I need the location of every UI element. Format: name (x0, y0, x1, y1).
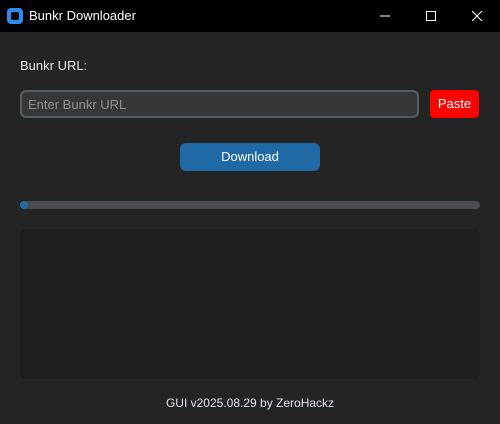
app-icon (7, 8, 23, 24)
progress-bar (20, 201, 480, 209)
title-bar[interactable]: Bunkr Downloader (0, 0, 500, 32)
log-output[interactable] (20, 229, 480, 379)
window-title: Bunkr Downloader (29, 8, 136, 23)
url-input[interactable] (20, 90, 419, 118)
progress-fill (20, 201, 28, 209)
download-button[interactable]: Download (180, 143, 320, 171)
maximize-icon (426, 11, 436, 21)
minimize-button[interactable] (362, 0, 408, 32)
close-icon (472, 11, 482, 21)
url-label: Bunkr URL: (20, 58, 88, 73)
maximize-button[interactable] (408, 0, 454, 32)
app-window: Bunkr Downloader Bunkr URL: Paste Downlo… (0, 0, 500, 424)
minimize-icon (380, 15, 390, 17)
version-footer: GUI v2025.08.29 by ZeroHackz (165, 396, 335, 410)
close-button[interactable] (454, 0, 500, 32)
paste-button[interactable]: Paste (430, 90, 479, 118)
